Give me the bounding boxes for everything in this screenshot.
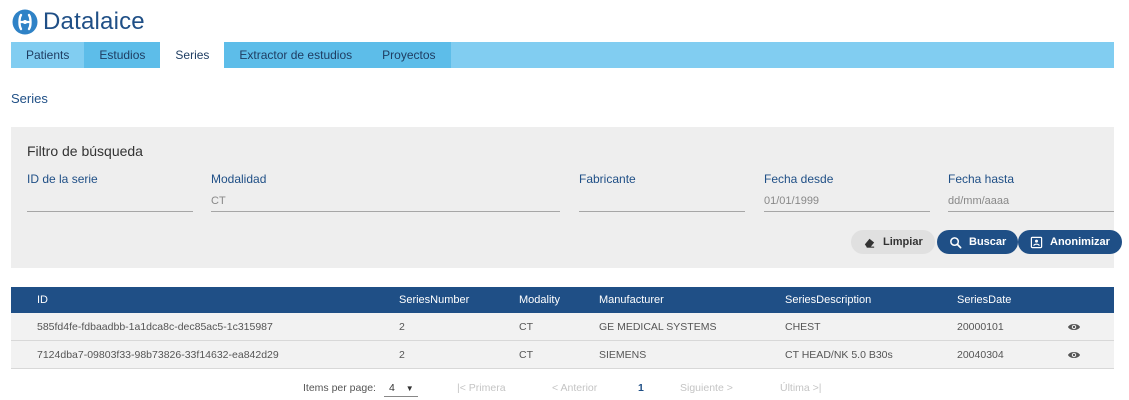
items-per-page-value: 4 (389, 382, 395, 394)
eraser-icon (864, 238, 875, 248)
tab-estudios[interactable]: Estudios (84, 42, 161, 68)
tab-extractor-de-estudios[interactable]: Extractor de estudios (224, 42, 368, 68)
cell-series-date: 20000101 (957, 320, 1004, 333)
date-to-label: Fecha hasta (948, 172, 1015, 186)
datalaice-logo-icon (12, 9, 38, 35)
cell-id: 585fd4fe-fdbaadbb-1a1dca8c-dec85ac5-1c31… (37, 320, 273, 333)
col-series-description-header[interactable]: SeriesDescription (785, 287, 871, 313)
clear-button-label: Limpiar (883, 236, 923, 248)
cell-series-description: CT HEAD/NK 5.0 B30s (785, 348, 893, 361)
col-series-number-header[interactable]: SeriesNumber (399, 287, 469, 313)
date-from-value: 01/01/1999 (764, 195, 820, 207)
modality-label: Modalidad (211, 172, 267, 186)
app-logo[interactable]: Datalaice (12, 7, 145, 37)
previous-page-button[interactable]: < Anterior (552, 382, 597, 394)
view-button[interactable] (1067, 313, 1081, 340)
current-page[interactable]: 1 (638, 382, 644, 394)
eye-icon (1068, 323, 1080, 330)
last-page-button[interactable]: Última >| (780, 382, 822, 394)
clear-button[interactable]: Limpiar (851, 230, 935, 254)
manufacturer-field[interactable]: Fabricante (579, 172, 745, 212)
tab-proyectos[interactable]: Proyectos (367, 42, 451, 68)
pagination: Items per page: 4 ▼ |< Primera < Anterio… (0, 378, 1129, 398)
anonymize-button[interactable]: Anonimizar (1018, 230, 1122, 254)
page-title: Series (11, 91, 48, 106)
col-manufacturer-header[interactable]: Manufacturer (599, 287, 664, 313)
series-id-field[interactable]: ID de la serie (27, 172, 193, 212)
series-id-label: ID de la serie (27, 172, 98, 186)
date-to-field[interactable]: Fecha hasta dd/mm/aaaa (948, 172, 1114, 212)
manufacturer-label: Fabricante (579, 172, 636, 186)
cell-modality: CT (519, 320, 533, 333)
filter-title: Filtro de búsqueda (27, 143, 143, 159)
col-series-date-header[interactable]: SeriesDate (957, 287, 1011, 313)
modality-value: CT (211, 195, 226, 207)
search-filter-panel: Filtro de búsqueda ID de la serie Modali… (11, 127, 1122, 268)
items-per-page-underline (384, 396, 418, 397)
search-button[interactable]: Buscar (937, 230, 1019, 254)
cell-series-number: 2 (399, 320, 405, 333)
tab-patients[interactable]: Patients (11, 42, 85, 68)
cell-modality: CT (519, 348, 533, 361)
date-to-placeholder: dd/mm/aaaa (948, 195, 1010, 207)
items-per-page-select[interactable]: 4 ▼ (389, 382, 414, 394)
cell-series-date: 20040304 (957, 348, 1004, 361)
first-page-button[interactable]: |< Primera (457, 382, 506, 394)
badge-icon (1030, 236, 1043, 248)
table-row[interactable]: 585fd4fe-fdbaadbb-1a1dca8c-dec85ac5-1c31… (11, 313, 1114, 341)
date-from-field[interactable]: Fecha desde 01/01/1999 (764, 172, 930, 212)
table-header: ID SeriesNumber Modality Manufacturer Se… (11, 287, 1114, 313)
eye-icon (1068, 351, 1080, 358)
cell-id: 7124dba7-09803f33-98b73826-33f14632-ea84… (37, 348, 279, 361)
caret-down-icon: ▼ (405, 384, 414, 393)
date-from-label: Fecha desde (764, 172, 834, 186)
anonymize-button-label: Anonimizar (1050, 236, 1110, 248)
cell-series-number: 2 (399, 348, 405, 361)
col-id-header[interactable]: ID (37, 287, 48, 313)
col-modality-header[interactable]: Modality (519, 287, 560, 313)
cell-manufacturer: GE MEDICAL SYSTEMS (599, 320, 717, 333)
search-button-label: Buscar (969, 236, 1007, 248)
view-button[interactable] (1067, 341, 1081, 368)
next-page-button[interactable]: Siguiente > (680, 382, 733, 394)
items-per-page-label: Items per page: (303, 382, 376, 394)
brand-name: Datalaice (43, 8, 145, 35)
modality-field[interactable]: Modalidad CT (211, 172, 560, 212)
tab-series[interactable]: Series (160, 42, 225, 68)
main-nav: Patients Estudios Series Extractor de es… (11, 42, 1114, 68)
search-icon (950, 236, 962, 248)
cell-manufacturer: SIEMENS (599, 348, 647, 361)
series-table: ID SeriesNumber Modality Manufacturer Se… (11, 287, 1114, 369)
cell-series-description: CHEST (785, 320, 821, 333)
table-row[interactable]: 7124dba7-09803f33-98b73826-33f14632-ea84… (11, 341, 1114, 369)
